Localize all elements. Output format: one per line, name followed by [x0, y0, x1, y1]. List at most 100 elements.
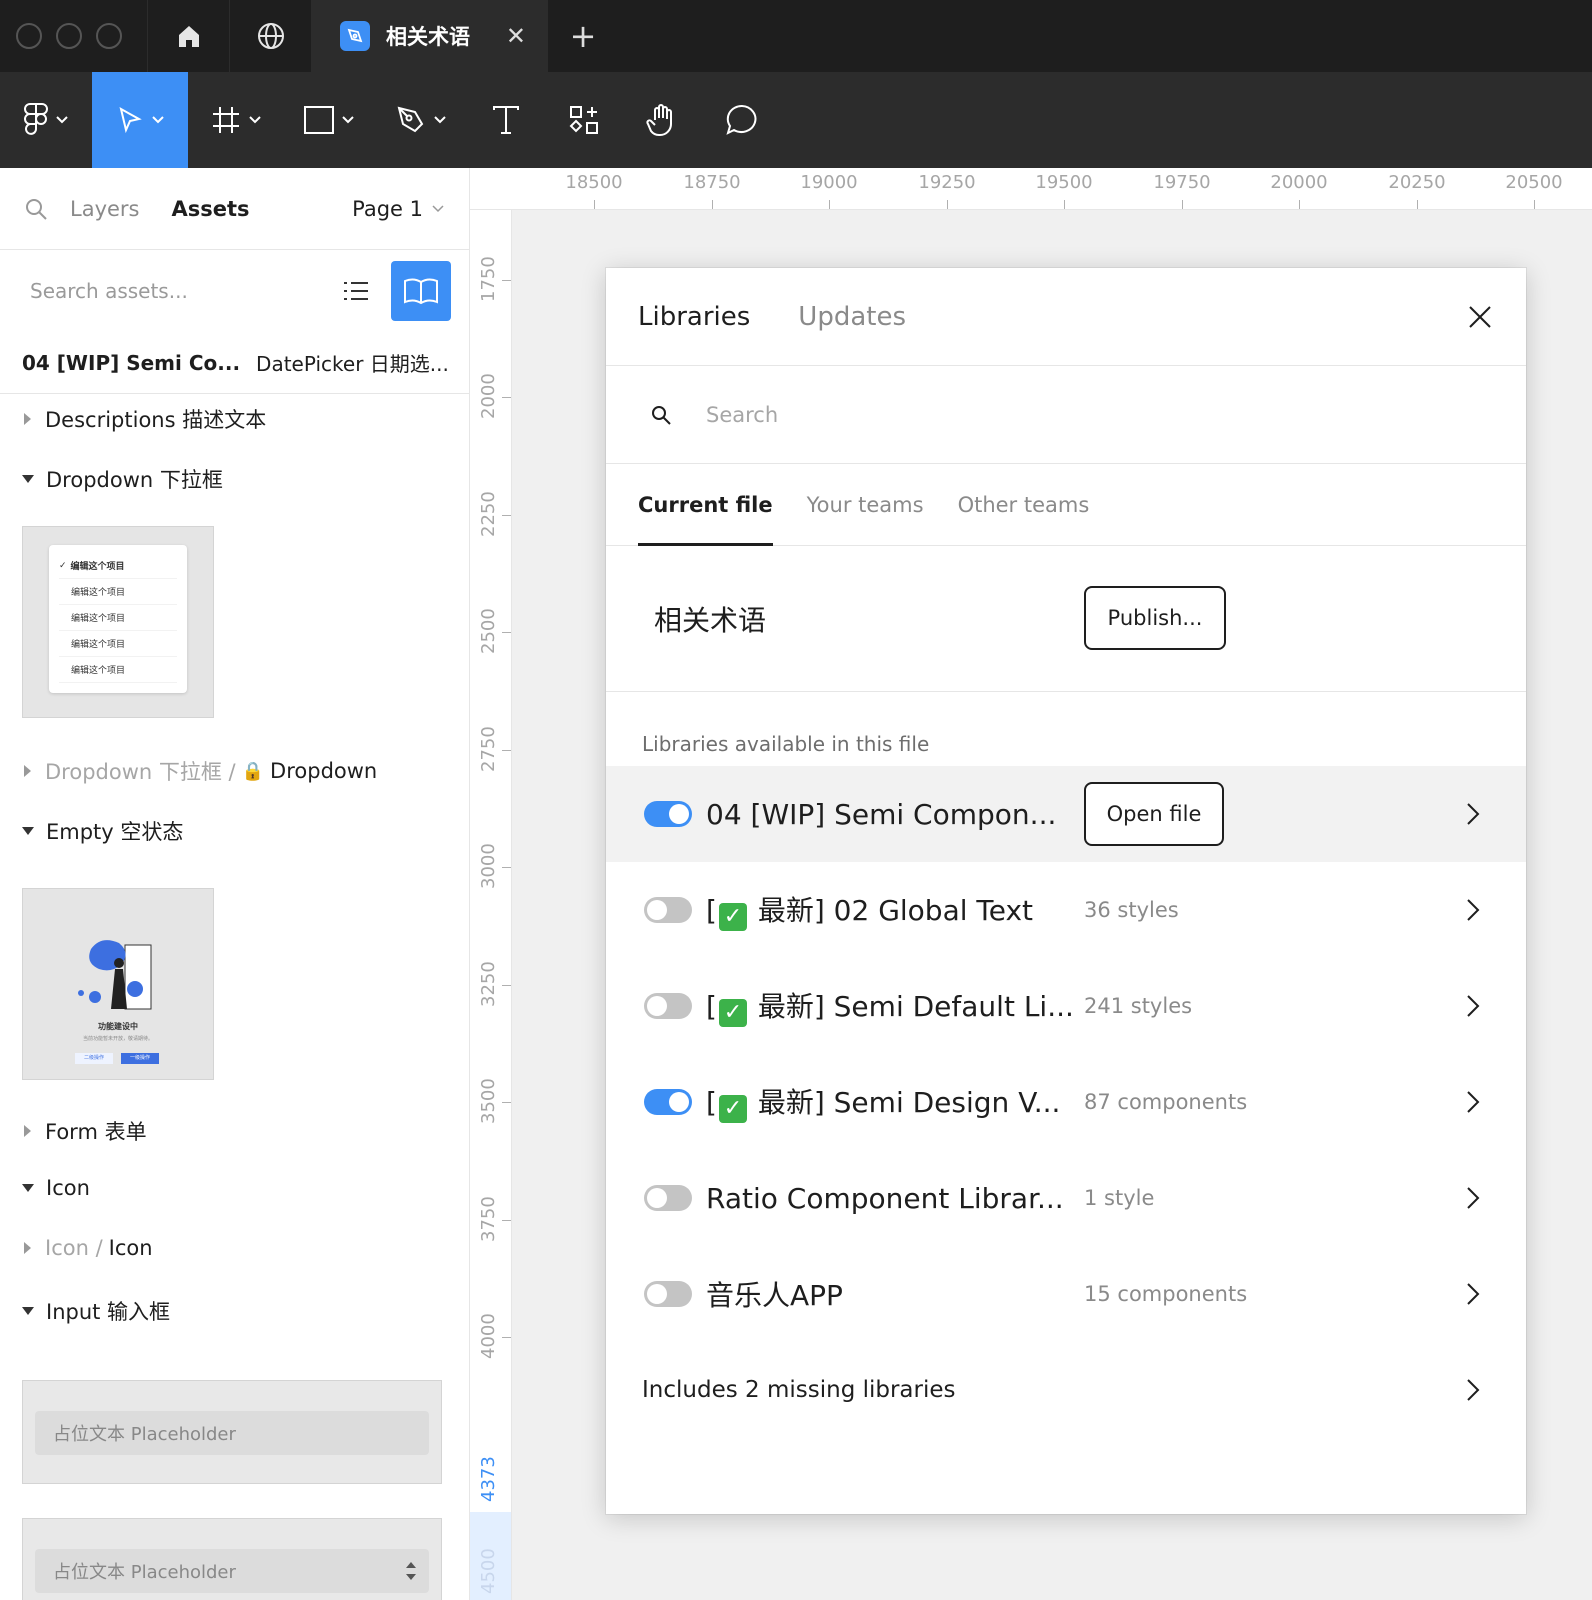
- library-toggle[interactable]: [644, 1281, 692, 1307]
- ruler-tick: [1064, 200, 1065, 209]
- library-name: [✓ 最新] Semi Design V...: [706, 1086, 1061, 1123]
- tab-your-teams[interactable]: Your teams: [807, 464, 924, 545]
- new-tab-button[interactable]: +: [548, 0, 618, 72]
- close-tab-icon[interactable]: ✕: [506, 22, 526, 50]
- path-item: Dropdown: [270, 759, 378, 783]
- community-button[interactable]: [230, 0, 312, 72]
- chevron-down-icon: [56, 116, 68, 124]
- input-component-thumbnail[interactable]: 占位文本 Placeholder: [22, 1380, 442, 1484]
- ruler-label: 18500: [565, 172, 623, 193]
- frame-icon: [213, 107, 239, 133]
- chevron-right-icon[interactable]: [1464, 897, 1482, 923]
- library-toggle[interactable]: [644, 993, 692, 1019]
- library-meta: 1 style: [1084, 1186, 1155, 1210]
- dropdown-preview-item: 编辑这个项目: [59, 657, 177, 683]
- asset-search-row: Search assets...: [0, 250, 469, 332]
- close-icon[interactable]: [1466, 303, 1494, 331]
- missing-libraries-label: Includes 2 missing libraries: [642, 1377, 956, 1403]
- chevron-right-icon[interactable]: [1464, 993, 1482, 1019]
- search-icon[interactable]: [24, 197, 48, 221]
- tab-current-file[interactable]: Current file: [638, 464, 773, 546]
- library-row[interactable]: 04 [WIP] Semi Compon... Open file: [606, 766, 1526, 862]
- library-row[interactable]: [✓ 最新] 02 Global Text 36 styles: [606, 862, 1526, 958]
- section-descriptions[interactable]: Descriptions 描述文本: [0, 404, 266, 434]
- maximize-window-button[interactable]: [96, 23, 122, 49]
- empty-preview-title: 功能建设中: [98, 1022, 138, 1031]
- text-tool-button[interactable]: [468, 72, 544, 168]
- tab-layers[interactable]: Layers: [70, 197, 140, 221]
- library-toggle[interactable]: [644, 1089, 692, 1115]
- chevron-down-icon: [342, 116, 354, 124]
- frame-tool-button[interactable]: [188, 72, 284, 168]
- horizontal-ruler: 18500 18750 19000 19250 19500 19750 2000…: [470, 168, 1592, 210]
- library-search[interactable]: Search: [606, 366, 1526, 464]
- home-button[interactable]: [148, 0, 230, 72]
- caret-down-icon: [22, 1184, 34, 1192]
- section-form[interactable]: Form 表单: [0, 1116, 147, 1146]
- list-view-icon[interactable]: [341, 276, 371, 306]
- ruler-tick: [829, 200, 830, 209]
- chevron-right-icon[interactable]: [1464, 1089, 1482, 1115]
- chevron-right-icon[interactable]: [1464, 801, 1482, 827]
- library-row[interactable]: [✓ 最新] Semi Default Li... 241 styles: [606, 958, 1526, 1054]
- pen-icon: [397, 106, 424, 133]
- close-window-button[interactable]: [16, 23, 42, 49]
- ruler-label: 18750: [683, 172, 741, 193]
- library-row[interactable]: 音乐人APP 15 components: [606, 1246, 1526, 1342]
- library-toggle[interactable]: [644, 801, 692, 827]
- dropdown-component-thumbnail[interactable]: ✓ 编辑这个项目 编辑这个项目 编辑这个项目 编辑这个项目 编辑这个项目: [22, 526, 214, 718]
- resources-icon: [569, 106, 598, 134]
- ruler-tick: [712, 200, 713, 209]
- section-dropdown-path[interactable]: Dropdown 下拉框 / 🔒 Dropdown: [0, 756, 377, 786]
- chevron-right-icon[interactable]: [1464, 1281, 1482, 1307]
- library-search-input[interactable]: Search: [706, 403, 778, 427]
- hand-tool-button[interactable]: [624, 72, 702, 168]
- input-number-preview: 占位文本 Placeholder: [35, 1549, 429, 1593]
- library-toggle[interactable]: [644, 1185, 692, 1211]
- comment-tool-button[interactable]: [702, 72, 782, 168]
- ruler-label: 2500: [478, 608, 499, 654]
- move-tool-button[interactable]: [92, 72, 188, 168]
- publish-button[interactable]: Publish...: [1084, 586, 1226, 650]
- input-number-component-thumbnail[interactable]: 占位文本 Placeholder: [22, 1518, 442, 1600]
- tab-libraries[interactable]: Libraries: [638, 302, 750, 332]
- missing-libraries-row[interactable]: Includes 2 missing libraries: [606, 1342, 1526, 1438]
- ruler-label: 20250: [1388, 172, 1446, 193]
- section-icon[interactable]: Icon: [0, 1176, 90, 1200]
- minimize-window-button[interactable]: [56, 23, 82, 49]
- library-toggle[interactable]: [644, 897, 692, 923]
- tab-other-teams[interactable]: Other teams: [958, 464, 1090, 545]
- tab-updates[interactable]: Updates: [798, 302, 906, 332]
- text-icon: [493, 106, 519, 134]
- ruler-tick: [947, 200, 948, 209]
- section-dropdown[interactable]: Dropdown 下拉框: [0, 464, 223, 494]
- current-file-row: 相关术语 Publish...: [606, 546, 1526, 692]
- section-empty[interactable]: Empty 空状态: [0, 816, 183, 846]
- library-row[interactable]: Ratio Component Librar... 1 style: [606, 1150, 1526, 1246]
- section-label: Input 输入框: [46, 1300, 171, 1324]
- pen-tool-button[interactable]: [374, 72, 468, 168]
- file-tab[interactable]: 相关术语 ✕: [312, 0, 548, 72]
- open-file-button[interactable]: Open file: [1084, 782, 1224, 846]
- main-menu-button[interactable]: [0, 72, 92, 168]
- asset-search-input[interactable]: Search assets...: [30, 279, 341, 303]
- section-input[interactable]: Input 输入框: [0, 1296, 170, 1326]
- scope-tabs: Current file Your teams Other teams: [606, 464, 1526, 546]
- team-library-button[interactable]: [391, 261, 451, 321]
- library-breadcrumb[interactable]: 04 [WIP] Semi Co... DatePicker 日期选...: [0, 332, 469, 394]
- page-selector[interactable]: Page 1: [352, 197, 445, 221]
- ruler-label: 3000: [478, 843, 499, 889]
- caret-down-icon: [22, 1307, 34, 1315]
- section-label: Form 表单: [45, 1120, 147, 1144]
- empty-component-thumbnail[interactable]: 功能建设中 当前功能暂未开放，敬请期待。 二级操作 一级操作: [22, 888, 214, 1080]
- tab-assets[interactable]: Assets: [172, 197, 250, 221]
- chevron-right-icon[interactable]: [1464, 1377, 1482, 1403]
- shape-tool-button[interactable]: [284, 72, 374, 168]
- cursor-arrow-icon: [119, 107, 142, 134]
- library-row[interactable]: [✓ 最新] Semi Design V... 87 components: [606, 1054, 1526, 1150]
- chevron-right-icon[interactable]: [1464, 1185, 1482, 1211]
- resources-button[interactable]: [544, 72, 624, 168]
- chevron-down-icon: [432, 204, 444, 212]
- ruler-label: 19500: [1035, 172, 1093, 193]
- section-icon-path[interactable]: Icon / Icon: [0, 1236, 153, 1260]
